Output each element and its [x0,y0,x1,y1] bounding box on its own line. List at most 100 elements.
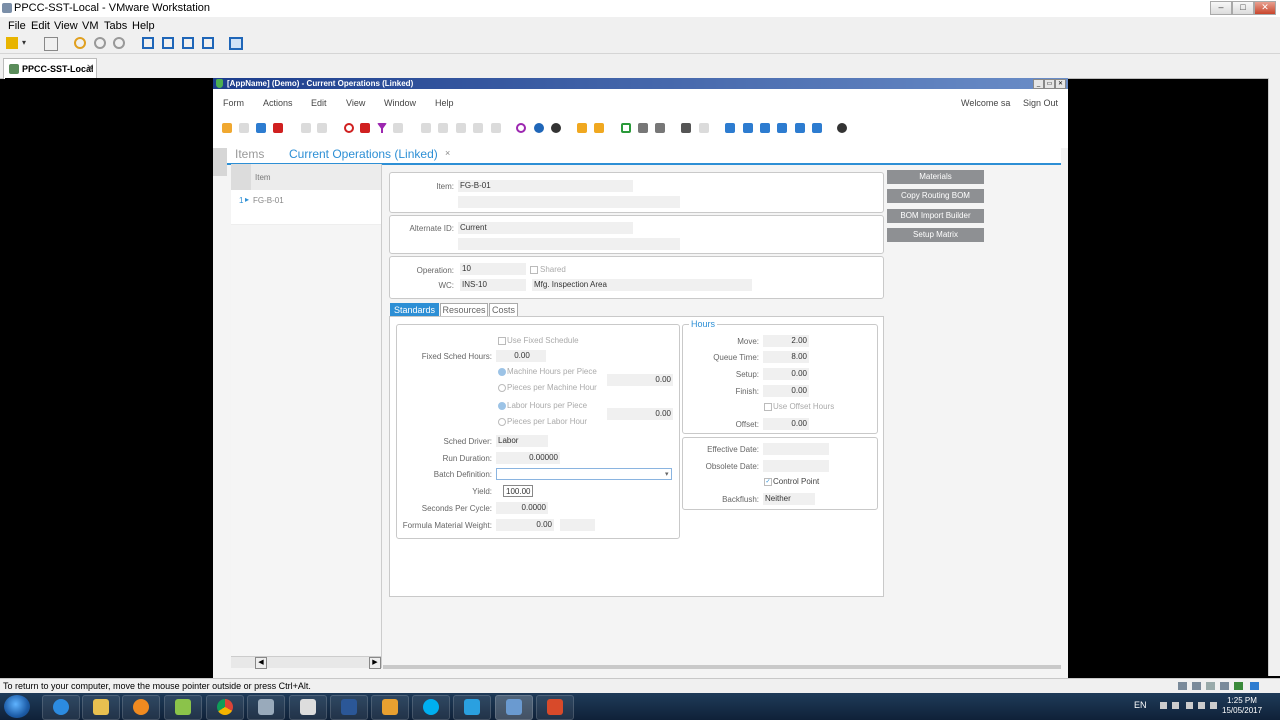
report-icon[interactable] [638,123,648,133]
action-center-icon[interactable] [1172,702,1179,709]
taskbar-media-player[interactable] [122,695,160,720]
taskbar-ie[interactable] [42,695,80,720]
language-indicator[interactable]: EN [1134,700,1147,710]
shared-checkbox[interactable] [530,266,538,274]
tab-items[interactable]: Items [235,147,264,161]
copy-routing-bom-button[interactable]: Copy Routing BOM [887,189,984,203]
maximize-button[interactable]: □ [1232,1,1254,15]
unity-icon[interactable] [202,37,214,49]
fixed-sched-hours-field[interactable]: 0.00 [496,350,546,362]
workflow-5-icon[interactable] [795,123,805,133]
labor-hours-radio[interactable] [498,402,506,410]
offset-field[interactable]: 0.00 [763,418,809,430]
use-offset-hours-checkbox[interactable] [764,403,772,411]
menu-form[interactable]: Form [223,98,244,108]
taskbar-skype[interactable] [412,695,450,720]
paste-icon[interactable] [317,123,327,133]
main-panel-scrollbar[interactable] [383,665,1061,669]
grid-horizontal-scrollbar[interactable]: ◀ ▶ [231,656,381,669]
operation-field[interactable]: 10 [460,263,526,275]
last-record-icon[interactable] [473,123,483,133]
info-icon[interactable] [551,123,561,133]
workflow-3-icon[interactable] [760,123,770,133]
taskbar-app-12[interactable] [495,695,533,720]
alternate-description-field[interactable] [458,238,680,250]
app-close-button[interactable]: ✕ [1055,79,1066,89]
labor-hours-field[interactable]: 0.00 [607,408,673,420]
tab-resources[interactable]: Resources [440,303,488,317]
collapse-panel-handle[interactable] [213,148,227,176]
revert-snapshot-icon[interactable] [94,37,106,49]
edit-form-icon[interactable] [681,123,691,133]
pieces-per-machine-radio[interactable] [498,384,506,392]
app-restore-button[interactable]: ▭ [1044,79,1055,89]
sound-card-icon[interactable] [1234,682,1243,690]
tray-up-icon[interactable] [1160,702,1167,709]
effective-date-field[interactable] [763,443,829,455]
taskbar-word[interactable] [330,695,368,720]
taskbar-explorer[interactable] [82,695,120,720]
close-icon[interactable]: ✕ [86,63,94,74]
vm-menu-vm[interactable]: VM [82,20,99,32]
search-icon[interactable] [516,123,526,133]
send-keys-icon[interactable] [44,37,58,51]
filter-clear-icon[interactable] [360,123,370,133]
delete-icon[interactable] [273,123,283,133]
filter-icon[interactable] [377,123,387,133]
library-icon[interactable] [142,37,154,49]
vm-menu-tabs[interactable]: Tabs [104,20,127,32]
item-field[interactable]: FG-B-01 [458,180,633,192]
setup-matrix-button[interactable]: Setup Matrix [887,228,984,242]
close-button[interactable]: ✕ [1254,1,1276,15]
menu-help[interactable]: Help [435,98,454,108]
network-adapter-icon[interactable] [1206,682,1215,690]
next-record-icon[interactable] [456,123,466,133]
workflow-6-icon[interactable] [812,123,822,133]
tab-costs[interactable]: Costs [489,303,518,317]
use-fixed-schedule-checkbox[interactable] [498,337,506,345]
vm-vertical-scrollbar[interactable] [1268,78,1280,676]
previous-record-icon[interactable] [438,123,448,133]
queue-time-field[interactable]: 8.00 [763,351,809,363]
hard-disk-icon[interactable] [1178,682,1187,690]
display-icon[interactable] [1250,682,1259,690]
scroll-right-icon[interactable]: ▶ [369,657,381,669]
refresh-icon[interactable] [344,123,354,133]
table-row[interactable]: 1 ▸ FG-B-01 [231,190,381,225]
vm-menu-help[interactable]: Help [132,20,155,32]
cd-drive-icon[interactable] [1192,682,1201,690]
finish-field[interactable]: 0.00 [763,385,809,397]
add-icon[interactable] [534,123,544,133]
print-preview-icon[interactable] [655,123,665,133]
attachments-icon[interactable] [594,123,604,133]
control-point-checkbox[interactable]: ✓ [764,478,772,486]
menu-window[interactable]: Window [384,98,416,108]
select-all-cell[interactable] [231,164,251,190]
yield-field[interactable]: 100.00 [503,485,533,497]
move-field[interactable]: 2.00 [763,335,809,347]
close-tab-icon[interactable]: × [445,148,450,158]
tab-standards[interactable]: Standards [390,303,439,317]
notes-icon[interactable] [577,123,587,133]
save-close-icon[interactable] [256,123,266,133]
fullscreen-icon[interactable] [182,37,194,49]
taskbar-outlook[interactable] [371,695,409,720]
power-dropdown-icon[interactable]: ▾ [22,38,28,50]
console-view-icon[interactable] [229,37,243,50]
formula-weight-uom-field[interactable] [560,519,595,531]
backflush-field[interactable]: Neither [763,493,815,505]
excel-export-icon[interactable] [621,123,631,133]
seconds-per-cycle-field[interactable]: 0.0000 [496,502,548,514]
network-icon[interactable] [1198,702,1205,709]
taskbar-notepad[interactable] [289,695,327,720]
formula-weight-field[interactable]: 0.00 [496,519,554,531]
setup-field[interactable]: 0.00 [763,368,809,380]
bom-import-builder-button[interactable]: BOM Import Builder [887,209,984,223]
grid-column-item[interactable]: Item [255,173,271,182]
volume-icon[interactable] [1210,702,1217,709]
workflow-4-icon[interactable] [777,123,787,133]
obsolete-date-field[interactable] [763,460,829,472]
battery-icon[interactable] [1186,702,1193,709]
taskbar-app-13[interactable] [536,695,574,720]
start-button[interactable] [4,695,30,718]
